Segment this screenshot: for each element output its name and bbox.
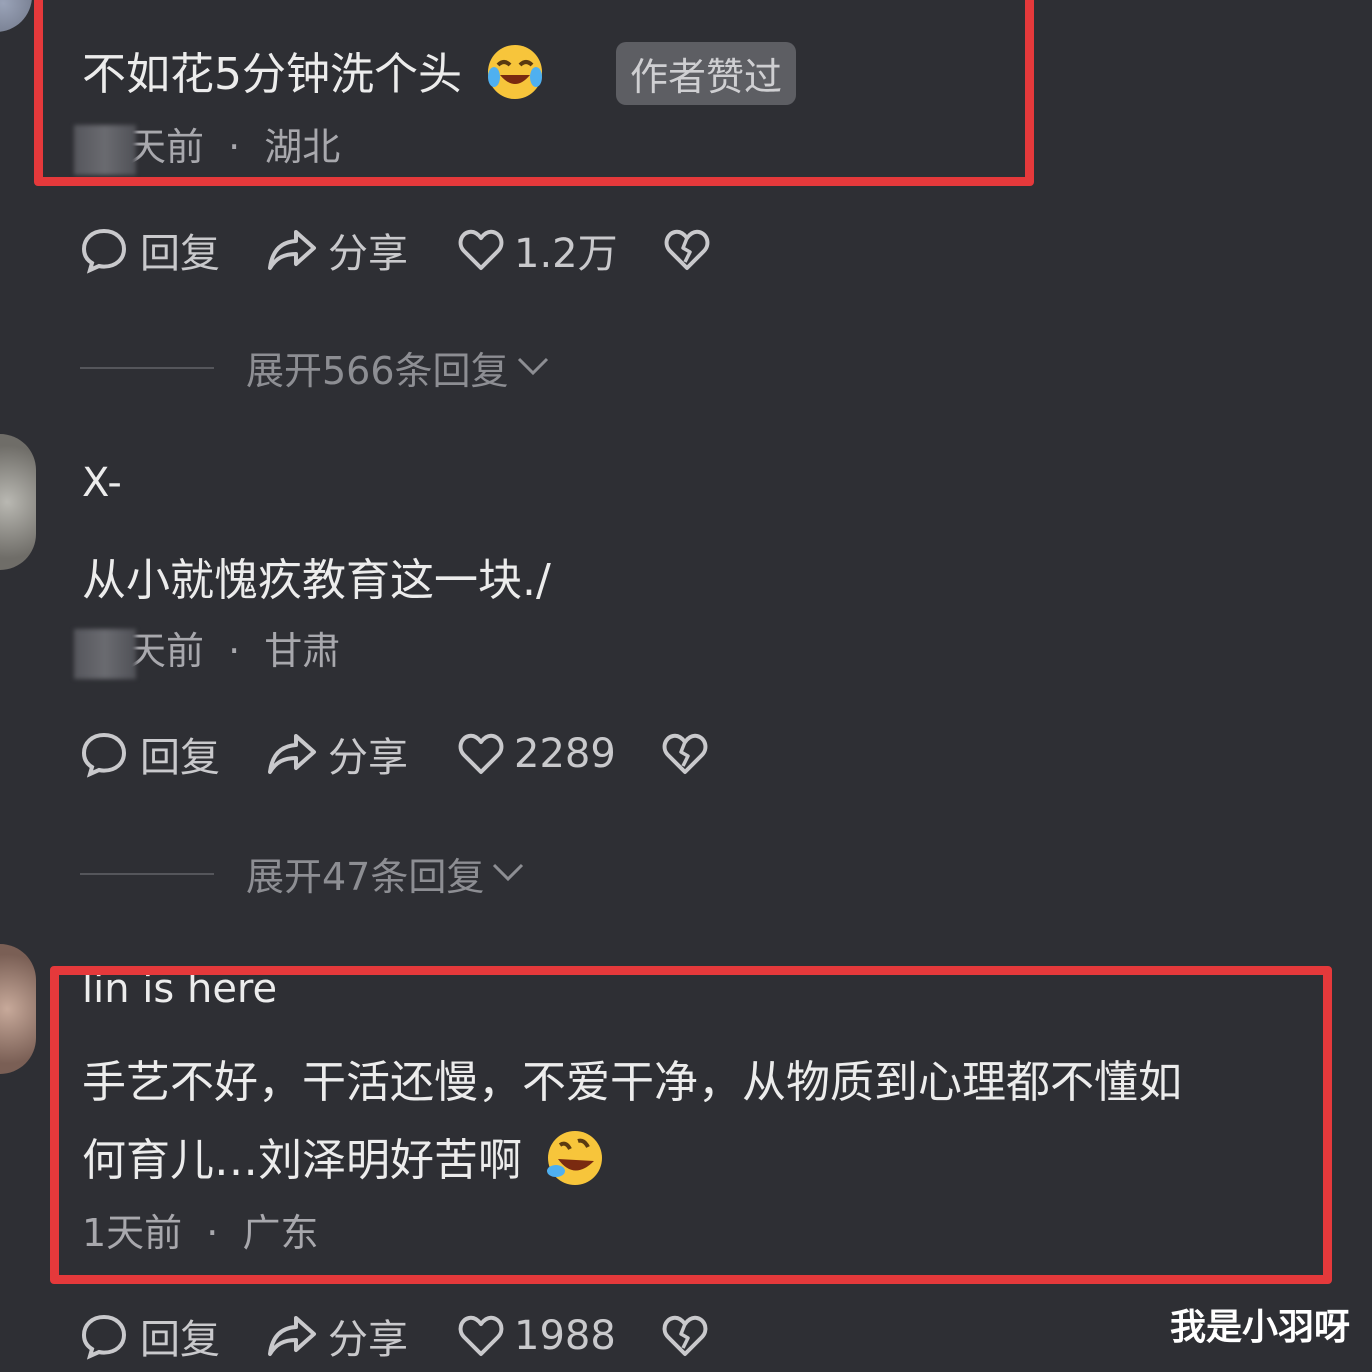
reply-button[interactable]: 回复 [80,725,220,783]
avatar[interactable] [0,434,36,570]
dislike-button[interactable] [662,1314,708,1358]
heart-icon [458,1314,504,1358]
share-button[interactable]: 分享 [266,221,408,279]
like-button[interactable]: 1.2万 [458,221,618,279]
highlight-box [34,0,1034,186]
action-bar: 回复 分享 1.2万 [80,220,710,280]
avatar[interactable] [0,0,32,32]
heart-icon [458,228,504,272]
comment-text: 从小就愧疚教育这一块./ [82,555,551,606]
expand-replies-button[interactable]: 展开47条回复 [80,846,526,901]
share-arrow-icon [266,1312,318,1360]
heart-icon [458,732,504,776]
broken-heart-icon [664,228,710,272]
avatar[interactable] [0,944,36,1074]
reply-button[interactable]: 回复 [80,221,220,279]
chevron-down-icon [484,852,526,896]
like-button[interactable]: 2289 [458,731,616,777]
comment-meta: 天前 · 甘肃 [74,620,340,679]
like-button[interactable]: 1988 [458,1313,616,1359]
comment-bubble-icon [80,226,128,274]
action-bar: 回复 分享 2289 [80,724,708,784]
watermark: 我是小羽呀 [1169,1307,1350,1348]
share-arrow-icon [266,730,318,778]
expand-replies-button[interactable]: 展开566条回复 [80,340,551,395]
share-arrow-icon [266,226,318,274]
username[interactable]: X- [82,460,122,506]
chevron-down-icon [509,346,551,390]
divider [80,872,214,875]
divider [80,366,214,369]
share-button[interactable]: 分享 [266,725,408,783]
broken-heart-icon [662,732,708,776]
comment-bubble-icon [80,730,128,778]
highlight-box [50,966,1332,1284]
dislike-button[interactable] [664,228,710,272]
comment-bubble-icon [80,1312,128,1360]
dislike-button[interactable] [662,732,708,776]
blurred-time [74,628,136,679]
reply-button[interactable]: 回复 [80,1307,220,1365]
action-bar: 回复 分享 1988 [80,1306,708,1366]
broken-heart-icon [662,1314,708,1358]
share-button[interactable]: 分享 [266,1307,408,1365]
